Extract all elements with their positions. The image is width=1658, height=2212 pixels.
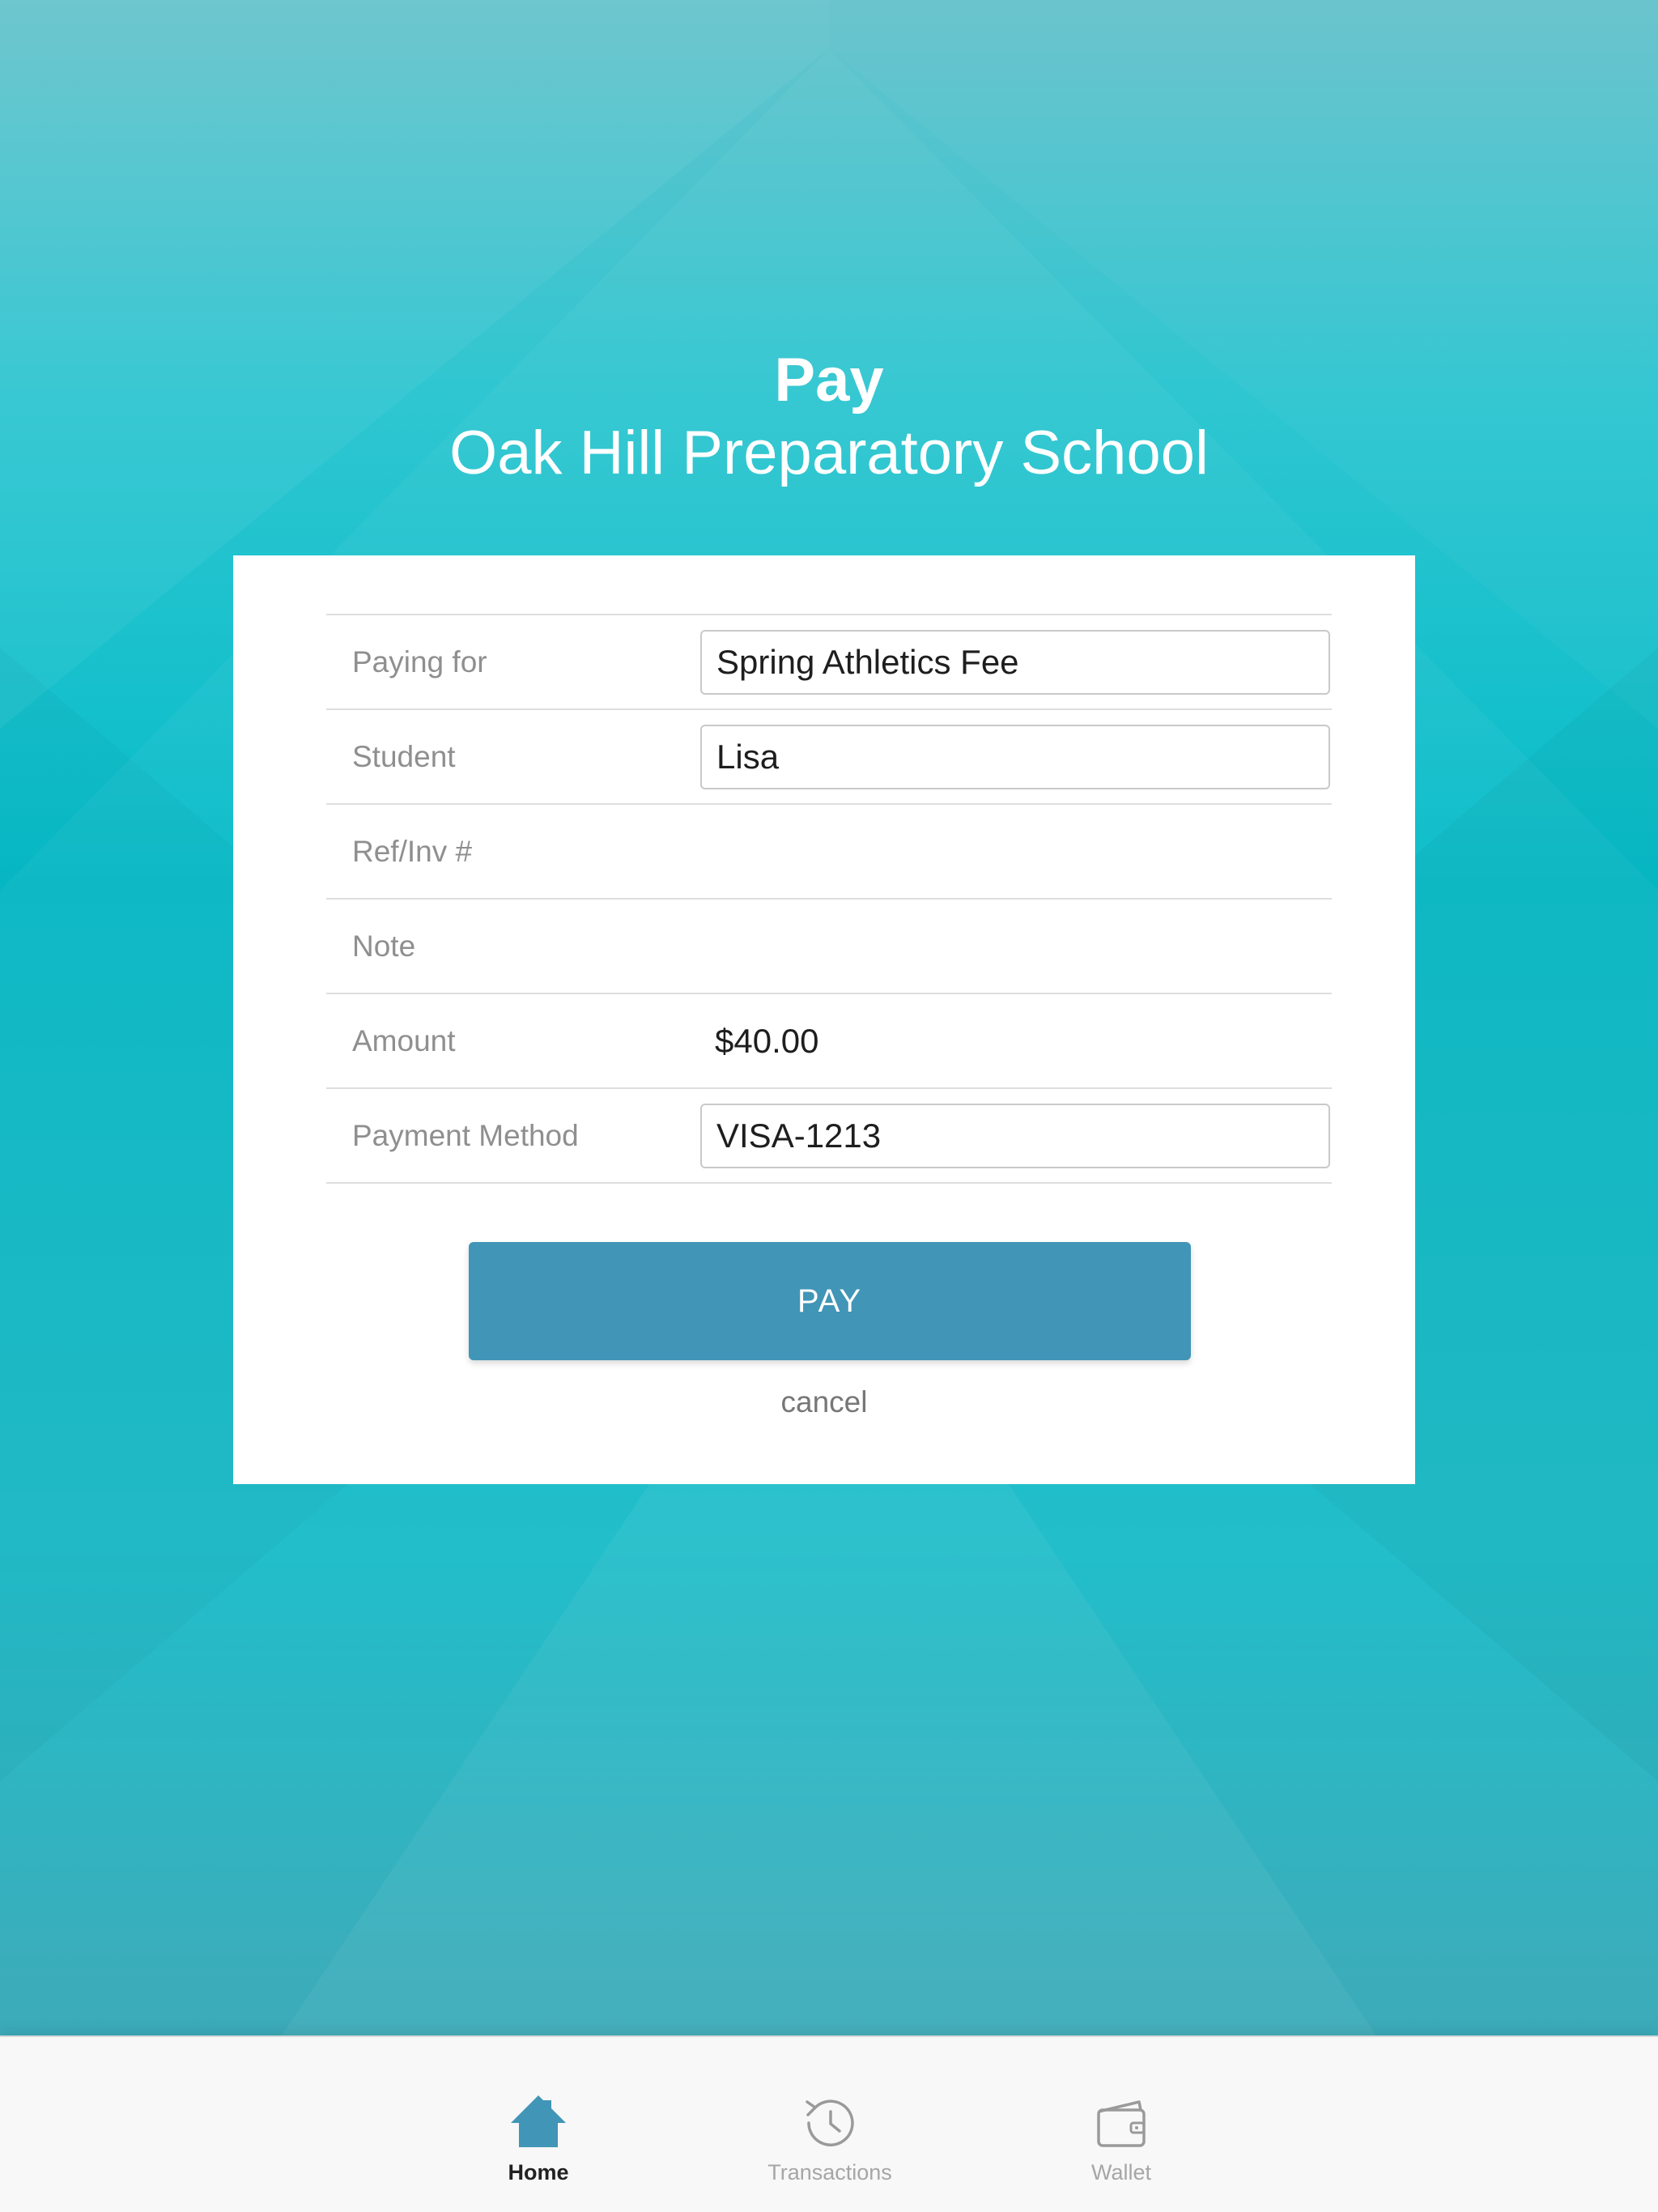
amount-row: Amount $40.00 (326, 994, 1332, 1089)
tab-wallet-label: Wallet (1090, 2160, 1151, 2184)
wallet-icon (1097, 2100, 1146, 2147)
payment-form: Paying for Spring Athletics Fee Student … (326, 614, 1332, 1184)
pay-button[interactable]: PAY (469, 1242, 1191, 1360)
tab-home[interactable]: Home (417, 2037, 660, 2212)
tab-wallet[interactable]: Wallet (1000, 2037, 1243, 2212)
student-field[interactable]: Lisa (700, 724, 1330, 789)
home-icon (511, 2095, 566, 2147)
cancel-link[interactable]: cancel (233, 1385, 1415, 1419)
payment-method-row: Payment Method VISA-1213 (326, 1089, 1332, 1184)
student-label: Student (352, 739, 456, 773)
page-title: Pay (774, 346, 884, 415)
pay-screen: Pay Oak Hill Preparatory School Paying f… (0, 0, 1658, 2212)
paying-for-label: Paying for (352, 644, 487, 678)
paying-for-field[interactable]: Spring Athletics Fee (700, 629, 1330, 695)
ref-inv-label: Ref/Inv # (352, 834, 473, 868)
note-label: Note (352, 929, 416, 963)
amount-label: Amount (352, 1023, 456, 1057)
payment-method-label: Payment Method (352, 1118, 579, 1152)
tab-transactions-label: Transactions (767, 2160, 892, 2184)
note-row[interactable]: Note (326, 900, 1332, 994)
amount-value: $40.00 (715, 1021, 819, 1060)
payment-method-field[interactable]: VISA-1213 (700, 1103, 1330, 1168)
history-icon (806, 2099, 854, 2146)
page-header: Pay Oak Hill Preparatory School (0, 340, 1658, 494)
school-name: Oak Hill Preparatory School (449, 419, 1209, 487)
ref-inv-row[interactable]: Ref/Inv # (326, 805, 1332, 900)
student-row: Student Lisa (326, 710, 1332, 805)
tab-home-label: Home (508, 2160, 569, 2184)
paying-for-row: Paying for Spring Athletics Fee (326, 615, 1332, 710)
tab-transactions[interactable]: Transactions (708, 2037, 951, 2212)
tab-bar: Home Transactions Wallet (0, 2035, 1658, 2212)
payment-card: Paying for Spring Athletics Fee Student … (233, 555, 1415, 1484)
